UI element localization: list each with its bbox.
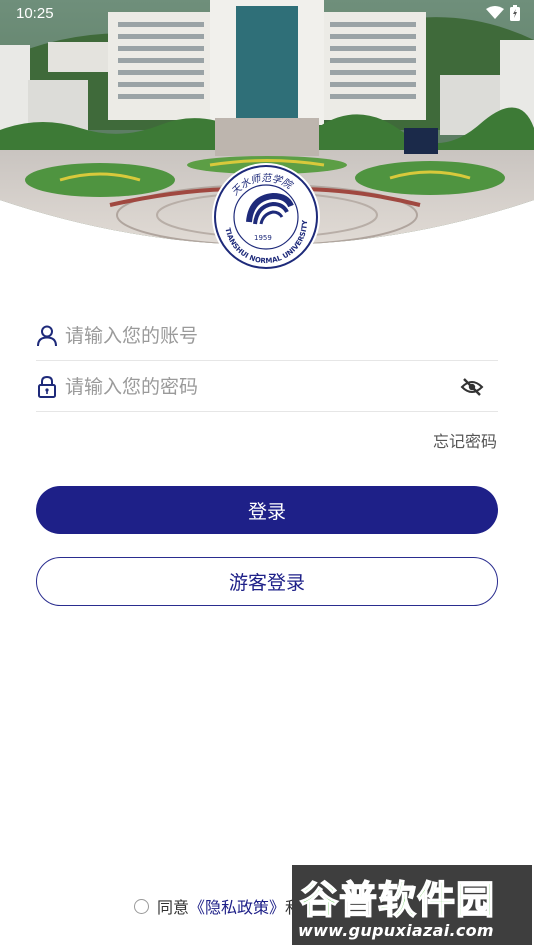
forgot-password-link[interactable]: 忘记密码 (433, 428, 497, 452)
watermark: 谷普软件园 www.gupuxiazai.com (292, 865, 532, 945)
agreement-row: 同意 《隐私政策》 和 (134, 894, 301, 918)
user-icon (36, 324, 58, 348)
privacy-policy-link[interactable]: 《隐私政策》 (189, 894, 285, 918)
guest-login-button[interactable]: 游客登录 (36, 557, 498, 606)
watermark-brand-rest: 软件园 (377, 877, 496, 923)
login-button[interactable]: 登录 (36, 486, 498, 534)
lock-icon (36, 375, 58, 399)
watermark-brand-gray: 普 (338, 877, 379, 923)
watermark-url: www.gupuxiazai.com (298, 921, 494, 940)
password-input[interactable] (65, 375, 498, 398)
account-input[interactable] (65, 324, 498, 347)
agreement-radio[interactable] (134, 898, 149, 914)
status-icons (486, 5, 520, 21)
battery-charging-icon (510, 5, 520, 21)
watermark-brand-green: 谷 (299, 877, 340, 923)
password-field[interactable] (36, 362, 498, 412)
wifi-icon (486, 6, 504, 19)
toggle-password-visibility-icon[interactable] (460, 375, 484, 399)
agreement-prefix: 同意 (157, 898, 190, 917)
university-logo: 1959 TIANSHUI NORMAL UNIVERSITY 天水师范学院 (211, 162, 321, 272)
status-bar: 10:25 (0, 0, 534, 28)
logo-year: 1959 (254, 234, 272, 242)
status-time: 10:25 (16, 5, 54, 22)
account-field[interactable] (36, 311, 498, 361)
watermark-brand: 谷普软件园 (299, 869, 496, 924)
